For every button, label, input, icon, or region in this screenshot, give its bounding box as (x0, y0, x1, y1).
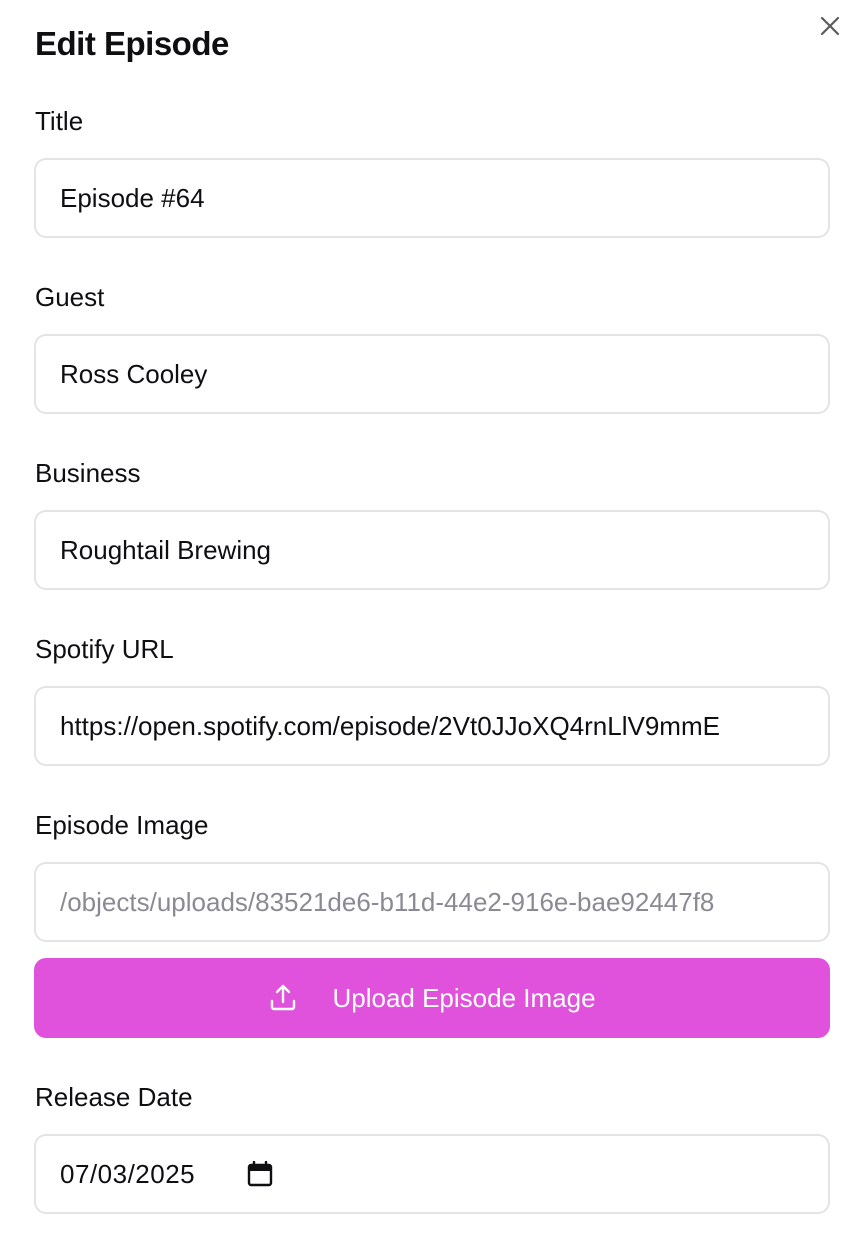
upload-episode-image-button[interactable]: Upload Episode Image (34, 958, 830, 1038)
episode-image-label: Episode Image (35, 810, 209, 840)
spotify-url-input[interactable]: https://open.spotify.com/episode/2Vt0JJo… (34, 686, 830, 766)
guest-input-value: Ross Cooley (60, 359, 208, 389)
episode-image-input-value: /objects/uploads/83521de6-b11d-44e2-916e… (60, 887, 715, 917)
spotify-url-input-value: https://open.spotify.com/episode/2Vt0JJo… (60, 711, 720, 741)
close-button[interactable] (812, 8, 848, 44)
upload-icon (268, 983, 298, 1013)
calendar-icon[interactable] (247, 1161, 273, 1187)
business-label: Business (35, 458, 141, 488)
edit-episode-dialog: Edit Episode Title Episode #64 Guest Ros… (0, 0, 866, 1256)
episode-image-input: /objects/uploads/83521de6-b11d-44e2-916e… (34, 862, 830, 942)
dialog-title: Edit Episode (35, 25, 229, 62)
title-label: Title (35, 106, 84, 136)
release-date-value: 07/03/2025 (60, 1159, 196, 1189)
release-date-input[interactable]: 07/03/2025 (34, 1134, 830, 1214)
guest-input[interactable]: Ross Cooley (34, 334, 830, 414)
close-icon (820, 16, 840, 36)
title-input-value: Episode #64 (60, 183, 205, 213)
title-input[interactable]: Episode #64 (34, 158, 830, 238)
spotify-url-label: Spotify URL (35, 634, 174, 664)
release-date-label: Release Date (35, 1082, 193, 1112)
business-input[interactable]: Roughtail Brewing (34, 510, 830, 590)
upload-button-label: Upload Episode Image (332, 982, 596, 1013)
guest-label: Guest (35, 282, 105, 312)
business-input-value: Roughtail Brewing (60, 535, 272, 565)
